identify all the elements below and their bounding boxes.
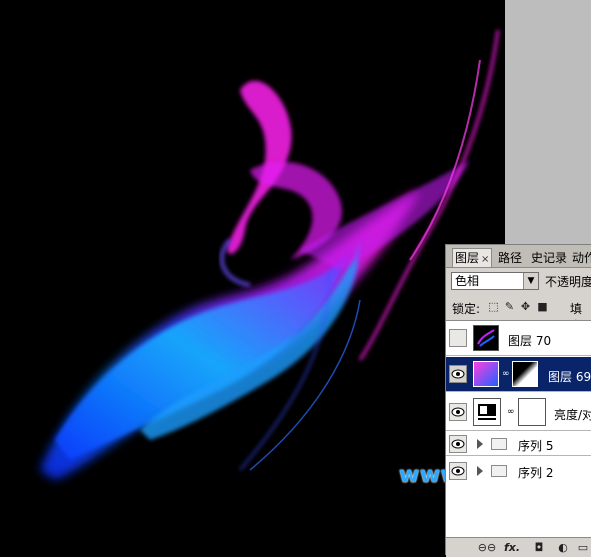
lock-move-icon[interactable]: ✥ (520, 301, 531, 312)
tab-history[interactable]: 史记录 (529, 249, 569, 267)
tab-actions[interactable]: 动作 (570, 249, 591, 267)
visibility-toggle[interactable] (449, 403, 467, 421)
layer-name: 图层 70 (508, 334, 552, 348)
layer-row[interactable]: 图层 70 (446, 321, 591, 356)
panel-bottom-toolbar: ⊖⊖ fx. ◘ ◐ ▭ (446, 537, 591, 557)
panel-tabs: 图层 × 路径 史记录 动作 (446, 245, 591, 268)
folder-icon (491, 465, 507, 477)
layer-name: 序列 2 (518, 466, 554, 480)
expand-triangle-icon[interactable] (477, 466, 483, 476)
blend-mode-value: 色相 (455, 274, 480, 288)
adjustment-thumbnail (473, 398, 501, 426)
layer-name: 序列 5 (518, 439, 554, 453)
folder-icon (491, 438, 507, 450)
eye-icon (451, 369, 465, 379)
lock-transparency-icon[interactable]: ⬚ (488, 301, 499, 312)
layer-mask-thumbnail[interactable] (518, 398, 546, 426)
chain-link-icon[interactable]: ∞ (507, 407, 515, 417)
eye-icon (451, 439, 465, 449)
layer-group-row[interactable]: 序列 5 (446, 432, 591, 456)
lock-all-icon[interactable]: ■ (537, 301, 548, 312)
opacity-label: 不透明度 (545, 275, 591, 289)
layers-list: 图层 70 ∞ 图层 69 ∞ 亮度/对 序列 5 序列 2 (446, 320, 591, 537)
visibility-toggle[interactable] (449, 365, 467, 383)
blend-row: 色相 ▼ 不透明度 (446, 270, 591, 294)
chevron-down-icon[interactable]: ▼ (523, 273, 538, 289)
visibility-toggle[interactable] (449, 435, 467, 453)
layer-name: 亮度/对 (554, 408, 591, 422)
blend-mode-select[interactable]: 色相 ▼ (451, 272, 539, 290)
mask-icon[interactable]: ◘ (532, 541, 546, 554)
layer-row[interactable]: ∞ 亮度/对 (446, 393, 591, 431)
tab-layers-label: 图层 (455, 251, 480, 265)
link-icon[interactable]: ⊖⊖ (476, 541, 498, 554)
lock-label: 锁定: (452, 302, 481, 316)
screenshot: www.68ps.com 图层× 路径 史记录 动作 色相 ▼ 不透明度 锁定:… (0, 0, 591, 557)
tab-paths[interactable]: 路径 (496, 249, 524, 267)
layer-group-row[interactable]: 序列 2 (446, 459, 591, 483)
adjustment-icon[interactable]: ◐ (556, 541, 570, 554)
eye-icon (451, 466, 465, 476)
eye-icon (451, 407, 465, 417)
tab-close-icon[interactable]: × (481, 254, 489, 265)
layer-name: 图层 69 (548, 370, 591, 384)
layer-row-selected[interactable]: ∞ 图层 69 (446, 357, 591, 392)
layers-panel: 图层× 路径 史记录 动作 色相 ▼ 不透明度 锁定: ⬚ ✎ ✥ ■ 填充 (445, 244, 591, 557)
lock-row: 锁定: ⬚ ✎ ✥ ■ 填充 (446, 296, 591, 333)
folder-icon[interactable]: ▭ (576, 541, 590, 554)
lock-brush-icon[interactable]: ✎ (504, 301, 515, 312)
layer-thumbnail (473, 361, 499, 387)
smoke-thumb-icon (477, 329, 495, 347)
visibility-toggle[interactable] (449, 462, 467, 480)
visibility-toggle[interactable] (449, 329, 467, 347)
brightness-contrast-icon (478, 404, 496, 420)
fx-icon[interactable]: fx. (504, 541, 520, 554)
tab-layers[interactable]: 图层 × (452, 248, 493, 267)
expand-triangle-icon[interactable] (477, 439, 483, 449)
layer-mask-thumbnail[interactable] (512, 361, 538, 387)
layer-thumbnail (473, 325, 499, 351)
chain-link-icon[interactable]: ∞ (502, 369, 510, 379)
